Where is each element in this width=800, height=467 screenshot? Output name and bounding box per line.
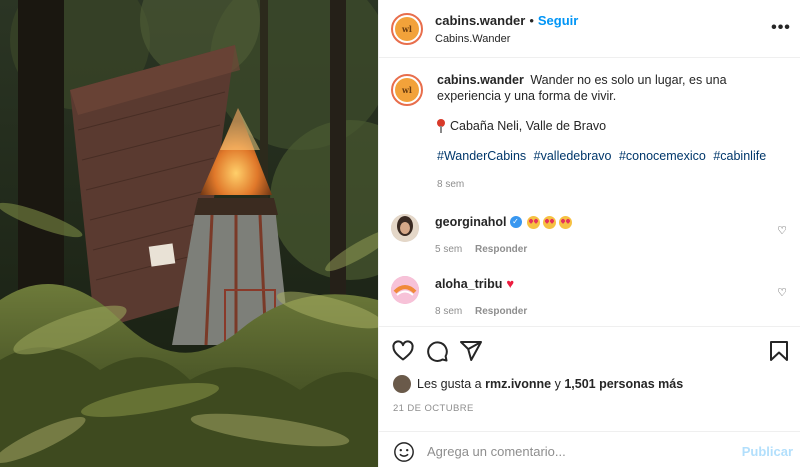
like-heart-icon[interactable] xyxy=(391,339,415,363)
save-bookmark-icon[interactable] xyxy=(767,339,791,363)
post-actions: Les gusta a rmz.ivonne y 1,501 personas … xyxy=(379,326,800,467)
portrait-image xyxy=(391,214,419,242)
liker-avatar[interactable] xyxy=(393,375,411,393)
commenter-avatar[interactable] xyxy=(391,214,419,242)
hashtag-link[interactable]: #valledebravo xyxy=(534,149,612,163)
author-avatar[interactable]: wl xyxy=(391,12,423,45)
heart-eyes-emoji-icon xyxy=(558,215,572,229)
comments-list[interactable]: wl cabins.wander Wander no es solo un lu… xyxy=(379,58,800,326)
comment-item: georginahol ✓ 5 sem Responder ♡ xyxy=(391,214,791,258)
emoji-picker-icon[interactable] xyxy=(393,441,415,463)
more-options-icon[interactable]: ••• xyxy=(771,18,791,38)
comment-body: georginahol ✓ 5 sem Responder xyxy=(435,214,791,258)
reply-button[interactable]: Responder xyxy=(475,306,527,317)
follow-button[interactable]: Seguir xyxy=(538,13,578,28)
hashtags: #WanderCabins #valledebravo #conocemexic… xyxy=(437,148,787,164)
action-icons xyxy=(391,339,493,363)
caption-body: cabins.wander Wander no es solo un lugar… xyxy=(437,72,787,193)
post-date[interactable]: 21 DE OCTUBRE xyxy=(393,403,474,414)
heart-eyes-emoji-icon xyxy=(526,215,540,229)
hashtag-link[interactable]: #cabinlife xyxy=(713,149,766,163)
comment-like-icon[interactable]: ♡ xyxy=(777,286,787,299)
post-photo[interactable] xyxy=(0,0,378,467)
publish-button[interactable]: Publicar xyxy=(742,444,793,459)
share-plane-icon[interactable] xyxy=(459,339,483,363)
avatar-logo: wl xyxy=(395,16,419,41)
comment-composer: Publicar xyxy=(379,431,800,467)
caption-username[interactable]: cabins.wander xyxy=(437,73,524,87)
red-heart-emoji-icon: ♥ xyxy=(506,276,515,291)
comment-meta: 8 sem Responder xyxy=(435,304,791,320)
commenter-username[interactable]: aloha_tribu xyxy=(435,276,502,292)
liker-username[interactable]: rmz.ivonne xyxy=(485,377,551,391)
author-username[interactable]: cabins.wander xyxy=(435,13,525,28)
heart-eyes-emoji-icon xyxy=(542,215,556,229)
pin-icon xyxy=(437,119,445,133)
comment-input[interactable] xyxy=(427,444,727,459)
comment-line: aloha_tribu ♥ xyxy=(435,276,791,292)
cabin-forest-image xyxy=(0,0,378,467)
post-header: wl cabins.wander • Seguir Cabins.Wander … xyxy=(379,0,800,58)
post-details-panel: wl cabins.wander • Seguir Cabins.Wander … xyxy=(378,0,800,467)
comment-time[interactable]: 5 sem xyxy=(435,244,462,255)
likes-summary[interactable]: Les gusta a rmz.ivonne y 1,501 personas … xyxy=(393,375,683,393)
author-subtitle[interactable]: Cabins.Wander xyxy=(435,33,578,45)
reply-button[interactable]: Responder xyxy=(475,244,527,255)
caption-text-block: cabins.wander Wander no es solo un lugar… xyxy=(437,72,787,104)
comment-body: aloha_tribu ♥ 8 sem Responder xyxy=(435,276,791,320)
aloha-logo-image xyxy=(391,276,419,304)
comment-item: aloha_tribu ♥ 8 sem Responder ♡ xyxy=(391,276,791,320)
likes-connector: y xyxy=(554,377,561,391)
comment-line: georginahol ✓ xyxy=(435,214,791,230)
comment-meta: 5 sem Responder xyxy=(435,242,791,258)
comment-time[interactable]: 8 sem xyxy=(435,306,462,317)
caption-time[interactable]: 8 sem xyxy=(437,177,787,193)
comment-like-icon[interactable]: ♡ xyxy=(777,224,787,237)
commenter-username[interactable]: georginahol xyxy=(435,214,507,230)
header-line: cabins.wander • Seguir xyxy=(435,13,578,28)
verified-badge-icon: ✓ xyxy=(509,216,522,228)
caption-avatar[interactable]: wl xyxy=(391,74,423,106)
caption-location: Cabaña Neli, Valle de Bravo xyxy=(437,118,787,134)
likes-count[interactable]: 1,501 personas más xyxy=(564,377,683,391)
avatar-logo: wl xyxy=(395,78,419,102)
hashtag-link[interactable]: #WanderCabins xyxy=(437,149,526,163)
comment-bubble-icon[interactable] xyxy=(425,339,449,363)
header-text: cabins.wander • Seguir Cabins.Wander xyxy=(435,13,578,45)
location-text: Cabaña Neli, Valle de Bravo xyxy=(450,119,607,133)
caption: wl cabins.wander Wander no es solo un lu… xyxy=(391,72,791,193)
likes-prefix: Les gusta a xyxy=(417,377,482,391)
separator-dot: • xyxy=(529,12,534,28)
hashtag-link[interactable]: #conocemexico xyxy=(619,149,706,163)
commenter-avatar[interactable] xyxy=(391,276,419,304)
